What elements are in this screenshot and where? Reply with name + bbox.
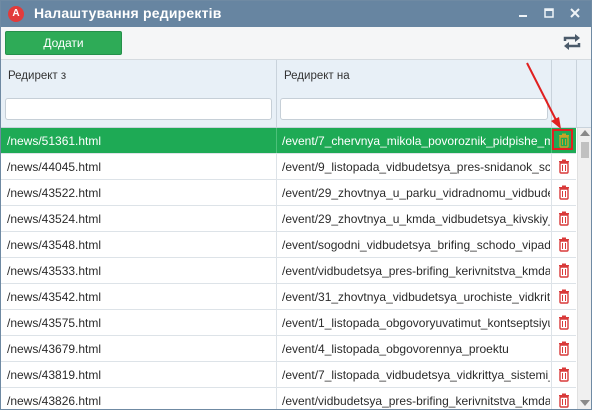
cell-divider [551, 310, 552, 335]
minimize-icon[interactable] [515, 5, 531, 21]
cell-divider [276, 258, 277, 283]
column-divider [551, 60, 552, 127]
scroll-down-icon[interactable] [580, 400, 590, 406]
redirect-to-cell: /event/vidbudetsya_pres-brifing_kerivnit… [282, 394, 550, 408]
redirect-to-cell: /event/31_zhovtnya_vidbudetsya_urochiste… [282, 290, 550, 304]
cell-divider [551, 206, 552, 231]
redirect-to-cell: /event/7_chervnya_mikola_povoroznik_pidp… [282, 134, 550, 148]
close-icon[interactable] [567, 5, 583, 21]
cell-divider [551, 284, 552, 309]
cell-divider [276, 310, 277, 335]
maximize-icon[interactable] [541, 5, 557, 21]
redirect-from-cell: /news/43524.html [7, 212, 102, 226]
trash-icon[interactable] [557, 315, 571, 330]
table-row[interactable]: /news/51361.html/event/7_chervnya_mikola… [1, 128, 576, 154]
table-row[interactable]: /news/43548.html/event/sogodni_vidbudets… [1, 232, 576, 258]
cell-divider [551, 336, 552, 361]
cell-divider [551, 362, 552, 387]
redirect-to-cell: /event/4_listopada_obgovorennya_proektu [282, 342, 509, 356]
redirect-to-cell: /event/sogodni_vidbudetsya_brifing_schod… [282, 238, 550, 252]
cell-divider [276, 180, 277, 205]
cell-divider [276, 362, 277, 387]
cell-divider [276, 206, 277, 231]
cell-divider [551, 388, 552, 409]
table-row[interactable]: /news/43533.html/event/vidbudetsya_pres-… [1, 258, 576, 284]
cell-divider [551, 154, 552, 179]
cell-divider [551, 180, 552, 205]
redirect-from-cell: /news/44045.html [7, 160, 102, 174]
redirect-to-cell: /event/29_zhovtnya_u_parku_vidradnomu_vi… [282, 186, 550, 200]
refresh-icon[interactable] [561, 32, 583, 52]
redirect-settings-window: A Налаштування редиректів Додати Редирек… [0, 0, 592, 410]
table-row[interactable]: /news/43679.html/event/4_listopada_obgov… [1, 336, 576, 362]
trash-icon[interactable] [557, 211, 571, 226]
scrollbar-thumb[interactable] [581, 142, 589, 158]
filter-from-input[interactable] [5, 98, 272, 120]
column-divider [276, 60, 277, 127]
column-header-to[interactable]: Редирект на [284, 70, 350, 82]
redirect-from-cell: /news/43819.html [7, 368, 102, 382]
add-button[interactable]: Додати [5, 31, 122, 55]
redirect-from-cell: /news/43575.html [7, 316, 102, 330]
table-row[interactable]: /news/43575.html/event/1_listopada_obgov… [1, 310, 576, 336]
redirect-to-cell: /event/7_listopada_vidbudetsya_vidkritty… [282, 368, 550, 382]
redirect-to-cell: /event/29_zhovtnya_u_kmda_vidbudetsya_ki… [282, 212, 550, 226]
redirect-from-cell: /news/43522.html [7, 186, 102, 200]
table-row[interactable]: /news/43524.html/event/29_zhovtnya_u_kmd… [1, 206, 576, 232]
redirect-from-cell: /news/43542.html [7, 290, 102, 304]
trash-icon[interactable] [557, 393, 571, 408]
redirect-from-cell: /news/43679.html [7, 342, 102, 356]
cell-divider [551, 258, 552, 283]
trash-icon[interactable] [557, 367, 571, 382]
column-header-from[interactable]: Редирект з [8, 70, 66, 82]
table-row[interactable]: /news/43826.html/event/vidbudetsya_pres-… [1, 388, 576, 409]
title-bar: A Налаштування редиректів [1, 1, 591, 27]
redirect-from-cell: /news/43548.html [7, 238, 102, 252]
cell-divider [276, 284, 277, 309]
table-row[interactable]: /news/43522.html/event/29_zhovtnya_u_par… [1, 180, 576, 206]
filter-to-input[interactable] [280, 98, 548, 120]
trash-icon[interactable] [557, 341, 571, 356]
redirect-to-cell: /event/9_listopada_vidbudetsya_pres-snid… [282, 160, 550, 174]
redirect-from-cell: /news/51361.html [7, 134, 102, 148]
cell-divider [276, 154, 277, 179]
trash-icon[interactable] [557, 237, 571, 252]
window-title: Налаштування редиректів [34, 5, 222, 21]
cell-divider [276, 388, 277, 409]
trash-icon[interactable] [557, 159, 571, 174]
trash-icon[interactable] [557, 263, 571, 278]
redirect-to-cell: /event/1_listopada_obgovoryuvatimut_kont… [282, 316, 550, 330]
redirects-table-body: /news/51361.html/event/7_chervnya_mikola… [1, 128, 576, 409]
cell-divider [551, 232, 552, 257]
trash-icon[interactable] [557, 185, 571, 200]
redirect-from-cell: /news/43533.html [7, 264, 102, 278]
table-row[interactable]: /news/43819.html/event/7_listopada_vidbu… [1, 362, 576, 388]
scroll-up-icon[interactable] [580, 130, 590, 136]
table-header: Редирект з Редирект на [1, 60, 591, 128]
table-row[interactable]: /news/44045.html/event/9_listopada_vidbu… [1, 154, 576, 180]
redirect-to-cell: /event/vidbudetsya_pres-brifing_kerivnit… [282, 264, 550, 278]
cell-divider [276, 336, 277, 361]
app-logo-icon: A [8, 6, 24, 22]
toolbar: Додати [1, 27, 591, 60]
trash-icon[interactable] [557, 289, 571, 304]
cell-divider [276, 232, 277, 257]
cell-divider [276, 128, 277, 153]
table-row[interactable]: /news/43542.html/event/31_zhovtnya_vidbu… [1, 284, 576, 310]
vertical-scrollbar[interactable] [577, 128, 591, 409]
trash-icon[interactable] [557, 133, 571, 148]
column-divider [576, 60, 577, 127]
redirect-from-cell: /news/43826.html [7, 394, 102, 408]
